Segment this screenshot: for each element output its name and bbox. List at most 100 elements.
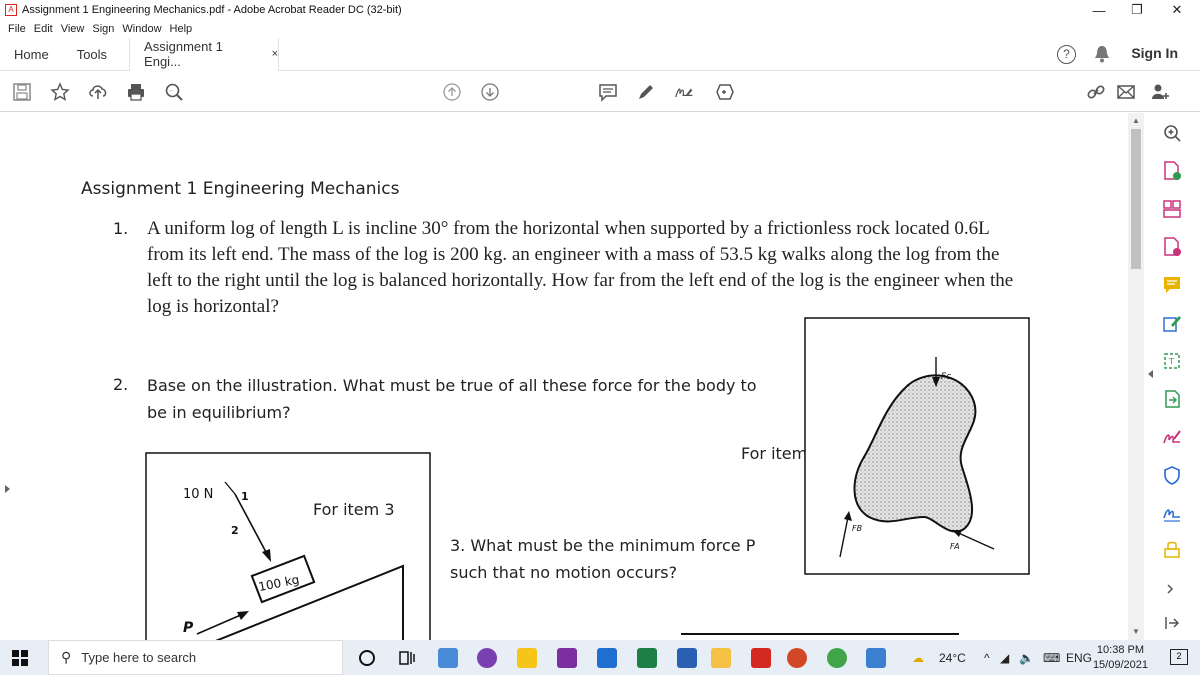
share-upload-icon[interactable]	[88, 82, 108, 102]
tab-document-label: Assignment 1 Engi...	[144, 39, 223, 69]
label-force: 10 N	[183, 487, 213, 502]
stamp-icon[interactable]	[1162, 541, 1182, 561]
comment-tool-icon[interactable]	[1162, 275, 1182, 295]
store-app-icon[interactable]	[438, 648, 458, 668]
figure-top-edge	[681, 633, 959, 635]
volume-icon[interactable]: 🔈	[1019, 651, 1034, 665]
tab-bar: Home Tools Assignment 1 Engi... × ? Sign…	[0, 37, 1200, 71]
scroll-up-icon[interactable]: ▲	[1132, 116, 1140, 125]
window-title: Assignment 1 Engineering Mechanics.pdf -…	[22, 4, 402, 16]
outlook-app-icon[interactable]	[597, 648, 617, 668]
question-2-number: 2.	[113, 375, 129, 394]
label-fb: FB	[852, 524, 862, 533]
add-user-icon[interactable]	[1150, 82, 1170, 102]
windows-start-icon[interactable]	[12, 650, 28, 666]
search-text-icon[interactable]: ···	[164, 82, 184, 102]
menu-file[interactable]: File	[8, 23, 26, 35]
collapse-panel-icon[interactable]	[1148, 370, 1153, 378]
force-p-arrow	[196, 613, 244, 635]
word-app-icon[interactable]	[677, 648, 697, 668]
ime-icon[interactable]: ⌨	[1043, 651, 1060, 665]
tray-expand-icon[interactable]: ^	[984, 651, 990, 665]
save-icon[interactable]	[12, 82, 32, 102]
scan-ocr-icon[interactable]: T	[1162, 351, 1182, 371]
help-icon[interactable]: ?	[1057, 45, 1076, 64]
toolbar: ··· 1 / 1	[0, 72, 1200, 166]
zoom-icon[interactable]	[1162, 123, 1182, 143]
clock[interactable]: 10:38 PM 15/09/2021	[1093, 643, 1148, 673]
chrome-app-icon[interactable]	[827, 648, 847, 668]
menu-view[interactable]: View	[61, 23, 85, 35]
question-3-line: 3. What must be the minimum force P	[450, 536, 756, 555]
expand-left-panel-icon[interactable]	[5, 485, 10, 493]
cortana-icon[interactable]	[357, 648, 377, 668]
language-indicator[interactable]: ENG	[1066, 651, 1092, 665]
force-10n-arrow	[234, 493, 268, 555]
menu-help[interactable]: Help	[170, 23, 193, 35]
vertical-scrollbar[interactable]: ▲ ▼	[1128, 113, 1144, 640]
request-signature-icon[interactable]	[1162, 503, 1182, 523]
comment-icon[interactable]	[598, 82, 618, 102]
menu-edit[interactable]: Edit	[34, 23, 53, 35]
tab-tools[interactable]: Tools	[77, 47, 107, 62]
sign-in-button[interactable]: Sign In	[1131, 45, 1178, 61]
notification-center-icon[interactable]: 2	[1170, 649, 1188, 665]
expand-panel-icon[interactable]	[1162, 613, 1182, 633]
protect-icon[interactable]	[1162, 465, 1182, 485]
organize-pages-icon[interactable]	[1162, 199, 1182, 219]
label-p: P	[183, 620, 194, 636]
tab-close-icon[interactable]: ×	[272, 48, 278, 60]
task-view-icon[interactable]	[397, 648, 417, 668]
excel-app-icon[interactable]	[637, 648, 657, 668]
question-1-text: A uniform log of length L is incline 30°…	[147, 216, 1107, 320]
create-pdf-icon[interactable]	[1162, 237, 1182, 257]
menu-sign[interactable]: Sign	[92, 23, 114, 35]
photos-app-icon[interactable]	[866, 648, 886, 668]
item-2-figure: Fc FB FA	[804, 317, 1030, 575]
close-button[interactable]: ✕	[1154, 0, 1200, 20]
tab-home[interactable]: Home	[14, 47, 49, 62]
question-1-line: A uniform log of length L is incline 30°…	[147, 218, 990, 239]
menu-window[interactable]: Window	[122, 23, 161, 35]
weather-icon[interactable]: ☁	[912, 651, 924, 665]
more-tools-icon[interactable]	[1162, 579, 1182, 599]
tag-icon[interactable]	[714, 82, 734, 102]
page-down-icon[interactable]	[480, 82, 500, 102]
fill-sign-icon[interactable]	[674, 82, 694, 102]
weather-temp[interactable]: 24°C	[939, 651, 966, 665]
print-icon[interactable]	[126, 82, 146, 102]
sticky-notes-app-icon[interactable]	[517, 648, 537, 668]
scroll-down-icon[interactable]: ▼	[1132, 627, 1140, 636]
fill-sign-tool-icon[interactable]	[1162, 427, 1182, 447]
question-1-line: left to the right until the log is balan…	[147, 270, 1014, 291]
document-view[interactable]: Assignment 1 Engineering Mechanics 1. A …	[0, 113, 1128, 640]
menu-bar: File Edit View Sign Window Help	[0, 20, 1200, 38]
tab-document[interactable]: Assignment 1 Engi... ×	[129, 37, 280, 71]
export-pdf-icon[interactable]	[1162, 161, 1182, 181]
scroll-thumb[interactable]	[1131, 129, 1141, 269]
question-3-line: such that no motion occurs?	[450, 563, 678, 582]
taskbar-search[interactable]: ⚲ Type here to search	[48, 640, 343, 675]
network-icon[interactable]: ◢	[1000, 651, 1009, 665]
send-for-review-icon[interactable]	[1162, 389, 1182, 409]
clock-date: 15/09/2021	[1092, 659, 1148, 671]
label-fc: Fc	[941, 372, 951, 382]
onenote-app-icon[interactable]	[557, 648, 577, 668]
email-icon[interactable]	[1116, 82, 1136, 102]
file-explorer-app-icon[interactable]	[711, 648, 731, 668]
item-3-figure: 100 kg 10 N 1 2 P	[145, 452, 431, 640]
highlight-pen-icon[interactable]	[636, 82, 656, 102]
svg-text:T: T	[1168, 357, 1174, 366]
slope-triangle-line	[224, 481, 236, 495]
acrobat-app-icon[interactable]	[751, 648, 771, 668]
svg-text:···: ···	[169, 89, 174, 95]
powerpoint-app-icon[interactable]	[787, 648, 807, 668]
question-3-text: 3. What must be the minimum force P such…	[450, 532, 780, 586]
question-1-line: from its left end. The mass of the log i…	[147, 244, 1000, 265]
page-up-icon[interactable]	[442, 82, 462, 102]
link-icon[interactable]	[1086, 82, 1106, 102]
app-icon[interactable]	[477, 648, 497, 668]
star-icon[interactable]	[50, 82, 70, 102]
edit-pdf-icon[interactable]	[1162, 313, 1182, 333]
bell-icon[interactable]	[1094, 45, 1110, 63]
